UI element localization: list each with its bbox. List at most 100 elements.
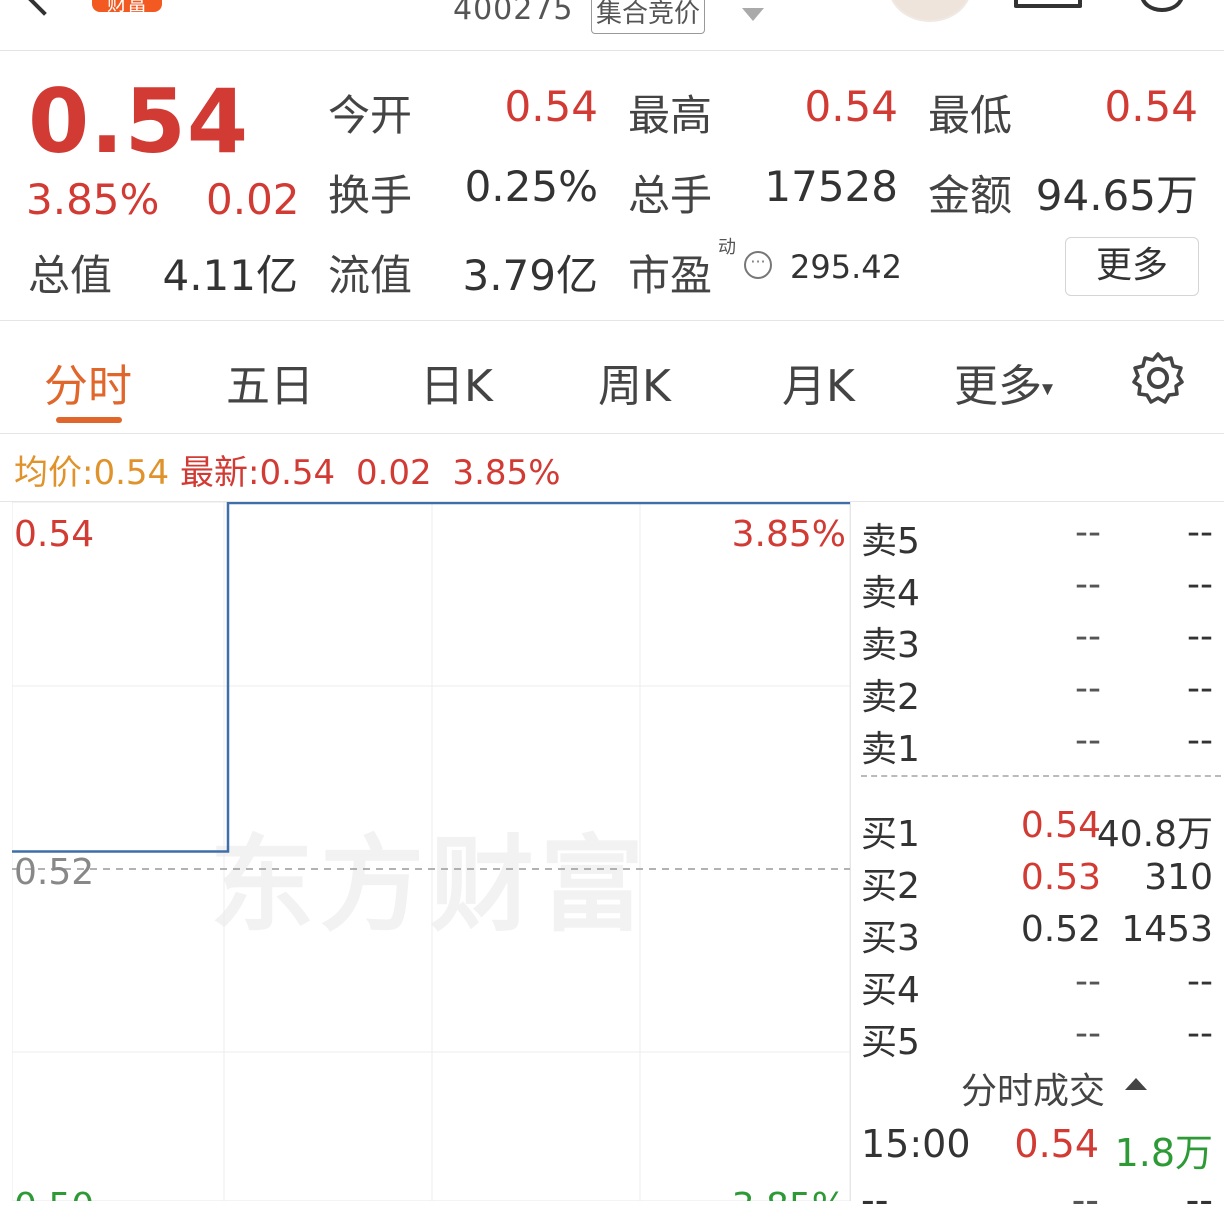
stat-value-low: 0.54 [1104, 82, 1198, 131]
buy-label: 买4 [861, 970, 920, 1011]
order-book-separator [861, 775, 1221, 777]
y-tick-top-pct: 3.85% [732, 514, 846, 555]
buy-volume: 310 [1144, 857, 1213, 898]
sell-label: 卖4 [861, 573, 920, 614]
y-tick-top: 0.54 [14, 514, 94, 555]
gear-icon[interactable] [1130, 350, 1186, 406]
change-percent: 3.85% [26, 175, 160, 224]
y-tick-bottom: 0.50 [14, 1186, 94, 1201]
trade-volume: 1.8万 [1114, 1131, 1213, 1175]
sell-row: 卖3 -- -- [851, 610, 1221, 666]
stat-label-turnover: 换手 [328, 171, 413, 220]
stock-code[interactable]: 400275 [453, 0, 574, 27]
sell-label: 卖1 [861, 729, 920, 770]
more-button[interactable]: 更多 [1065, 237, 1199, 296]
buy-price: -- [1075, 1013, 1101, 1054]
sell-volume: -- [1187, 616, 1213, 657]
stat-label-pe: 市盈 [628, 251, 713, 300]
sell-row: 卖4 -- -- [851, 558, 1221, 614]
sell-row: 卖2 -- -- [851, 662, 1221, 718]
stat-label-volume: 总手 [628, 171, 713, 220]
sell-price: -- [1075, 564, 1101, 605]
buy-row: 买3 0.52 1453 [851, 903, 1221, 959]
tab-more[interactable]: 更多▾ [954, 350, 1053, 414]
avg-value: 0.54 [93, 453, 170, 493]
stat-value-market-cap: 4.11亿 [162, 251, 298, 300]
top-bar: 财富 400275 集合竞价 [0, 0, 1224, 51]
trade-time: 15:00 [861, 1122, 971, 1166]
latest-label: 最新: [179, 453, 260, 493]
tab-five-day[interactable]: 五日 [226, 350, 314, 414]
stat-value-turnover: 0.25% [464, 162, 598, 211]
caret-down-icon: ▾ [1042, 376, 1054, 402]
stat-label-amount: 金额 [928, 171, 1013, 220]
latest-pct: 3.85% [452, 453, 561, 493]
buy-volume: -- [1187, 961, 1213, 1002]
stat-value-amount: 94.65万 [1035, 171, 1198, 220]
stat-label-market-cap: 总值 [28, 251, 113, 300]
price-line [12, 502, 850, 853]
trade-time: -- [861, 1178, 889, 1222]
buy-row: 买4 -- -- [851, 955, 1221, 1011]
info-icon[interactable]: ··· [744, 251, 772, 279]
buy-price: 0.52 [1020, 909, 1101, 950]
stat-value-open: 0.54 [504, 82, 598, 131]
tab-monthly-k[interactable]: 月K [782, 350, 855, 414]
change-value: 0.02 [206, 175, 300, 224]
sell-price: -- [1075, 512, 1101, 553]
buy-price: 0.53 [1020, 857, 1101, 898]
trade-volume: -- [1185, 1178, 1213, 1222]
stat-label-high: 最高 [628, 91, 713, 140]
buy-volume: -- [1187, 1013, 1213, 1054]
stat-label-low: 最低 [928, 91, 1013, 140]
auction-badge: 集合竞价 [591, 0, 706, 34]
buy-label: 买2 [861, 866, 920, 907]
stat-value-float-cap: 3.79亿 [462, 251, 598, 300]
tab-daily-k[interactable]: 日K [420, 350, 493, 414]
divider [0, 320, 1224, 321]
buy-label: 买5 [861, 1022, 920, 1063]
buy-price: 0.54 [1020, 805, 1101, 846]
stat-value-high: 0.54 [804, 82, 898, 131]
trade-price: -- [1071, 1178, 1099, 1222]
stat-value-volume: 17528 [764, 162, 898, 211]
stat-label-float-cap: 流值 [328, 251, 413, 300]
sell-label: 卖3 [861, 625, 920, 666]
tab-weekly-k[interactable]: 周K [598, 350, 671, 414]
trades-header[interactable]: 分时成交 [961, 1062, 1105, 1114]
app-logo: 财富 [92, 0, 162, 12]
sell-label: 卖5 [861, 521, 920, 562]
back-arrow-icon[interactable] [24, 0, 64, 16]
search-icon[interactable] [1140, 0, 1184, 12]
sell-price: -- [1075, 616, 1101, 657]
screen-icon[interactable] [1014, 0, 1082, 8]
sell-volume: -- [1187, 564, 1213, 605]
avatar[interactable] [888, 0, 972, 22]
tab-intraday[interactable]: 分时 [44, 350, 132, 414]
order-book: 卖5 -- -- 卖4 -- -- 卖3 -- -- 卖2 -- -- 卖1 -… [850, 502, 1224, 1222]
caret-up-icon[interactable] [1125, 1078, 1147, 1090]
y-tick-mid: 0.52 [14, 852, 94, 893]
sell-label: 卖2 [861, 677, 920, 718]
latest-value: 0.54 [259, 453, 336, 493]
y-tick-bottom-pct: -3.85% [719, 1186, 846, 1201]
buy-price: -- [1075, 961, 1101, 1002]
stat-value-pe: 295.42 [790, 248, 902, 286]
pe-dynamic-superscript: 动 [718, 237, 736, 258]
intraday-chart[interactable]: 0.54 3.85% 0.52 0.50 -3.85% [12, 502, 850, 1201]
trade-price: 0.54 [1014, 1122, 1099, 1166]
buy-volume: 1453 [1121, 909, 1213, 950]
active-tab-indicator [56, 417, 122, 423]
sell-volume: -- [1187, 720, 1213, 761]
current-price: 0.54 [28, 70, 250, 173]
chevron-down-icon[interactable] [742, 8, 764, 21]
sell-price: -- [1075, 720, 1101, 761]
sell-price: -- [1075, 668, 1101, 709]
divider [0, 433, 1224, 434]
avg-latest-row: 均价:0.54 最新:0.54 0.02 3.85% [14, 445, 561, 494]
sell-volume: -- [1187, 668, 1213, 709]
buy-volume: 40.8万 [1096, 814, 1213, 855]
buy-row: 买1 0.54 40.8万 [851, 799, 1221, 855]
buy-label: 买1 [861, 814, 920, 855]
tab-more-label: 更多 [954, 361, 1042, 412]
